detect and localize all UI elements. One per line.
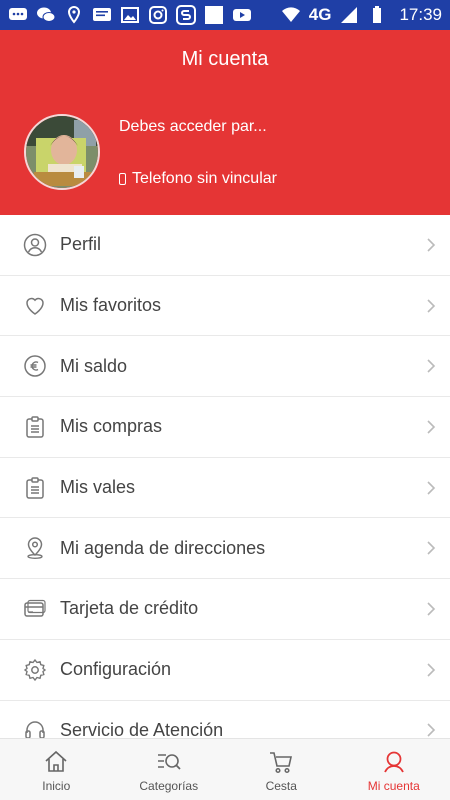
tab-cesta[interactable]: Cesta [225, 739, 338, 800]
message-icon [92, 5, 112, 25]
location-icon [64, 5, 84, 25]
chevron-right-icon [427, 298, 436, 313]
chevron-right-icon [427, 723, 436, 737]
menu-label: Mi saldo [60, 355, 128, 376]
chevron-right-icon [427, 541, 436, 555]
menu-item-perfil[interactable]: Perfil [0, 215, 450, 276]
heart-icon [23, 294, 47, 318]
avatar[interactable] [24, 114, 100, 190]
bottom-tab-bar: Inicio Categorías Cesta Mi cuenta [0, 738, 450, 800]
tab-categorias[interactable]: Categorías [113, 739, 226, 800]
login-prompt[interactable]: Debes acceder par... [119, 118, 267, 136]
youtube-icon [232, 5, 252, 25]
phone-status[interactable]: Telefono sin vincular [119, 170, 277, 188]
wifi-icon [281, 5, 301, 25]
menu-label: Mi agenda de direcciones [60, 537, 266, 558]
signal-icon [339, 5, 359, 25]
status-bar: 4G 17:39 [0, 0, 450, 30]
chevron-right-icon [427, 420, 436, 434]
tab-label: Categorías [139, 779, 199, 793]
chevron-right-icon [427, 481, 436, 495]
clipboard-icon [23, 476, 47, 500]
cart-icon [270, 752, 293, 774]
chevron-right-icon [427, 359, 436, 373]
phone-icon [119, 173, 126, 185]
credit-card-icon [23, 597, 47, 621]
page-title: Mi cuenta [181, 48, 269, 70]
menu-item-configuracion[interactable]: Configuración [0, 639, 450, 701]
menu-item-compras[interactable]: Mis compras [0, 397, 450, 458]
euro-icon [23, 354, 47, 378]
account-header: Mi cuenta Debes acceder par... Telefono … [0, 30, 450, 215]
blank-icon [204, 5, 224, 25]
chevron-right-icon [427, 602, 436, 616]
user-icon [23, 233, 47, 257]
instagram-icon [148, 5, 168, 25]
network-type: 4G [308, 5, 332, 24]
menu-label: Tarjeta de crédito [60, 598, 199, 619]
battery-icon [367, 5, 387, 25]
wechat-icon [36, 5, 56, 25]
status-system-icons: 4G 17:39 [281, 5, 442, 25]
categories-search-icon [157, 754, 181, 770]
menu-item-tarjeta[interactable]: Tarjeta de crédito [0, 579, 450, 640]
chevron-right-icon [427, 238, 436, 252]
chevron-right-icon [427, 663, 436, 677]
image-icon [120, 5, 140, 25]
status-notification-icons [8, 5, 252, 25]
location-pin-icon [23, 536, 47, 560]
phone-status-label: Telefono sin vincular [132, 170, 277, 187]
chat-icon [8, 5, 28, 25]
tab-label: Cesta [265, 779, 297, 793]
account-menu: Perfil Mis favoritos Mi saldo Mis compra… [0, 215, 450, 762]
menu-item-vales[interactable]: Mis vales [0, 457, 450, 519]
tab-label: Mi cuenta [367, 779, 420, 793]
tab-inicio[interactable]: Inicio [0, 739, 113, 800]
status-time: 17:39 [399, 5, 442, 24]
menu-item-direcciones[interactable]: Mi agenda de direcciones [0, 518, 450, 580]
menu-label: Mis favoritos [60, 295, 162, 316]
menu-label: Configuración [60, 659, 172, 680]
menu-label: Perfil [60, 234, 102, 255]
account-icon [383, 751, 404, 773]
gear-icon [23, 658, 47, 682]
s-app-icon [176, 5, 196, 25]
menu-item-favoritos[interactable]: Mis favoritos [0, 275, 450, 337]
home-icon [45, 750, 67, 772]
menu-item-saldo[interactable]: Mi saldo [0, 336, 450, 398]
menu-label: Mis vales [60, 477, 136, 498]
menu-label: Mis compras [60, 416, 163, 437]
clipboard-icon [23, 415, 47, 439]
tab-label: Inicio [42, 779, 71, 793]
tab-mi-cuenta[interactable]: Mi cuenta [338, 739, 450, 800]
